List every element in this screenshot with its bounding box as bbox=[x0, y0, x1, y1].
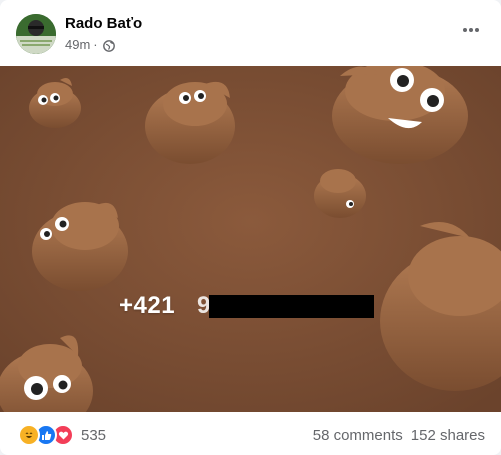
reactions-summary[interactable] bbox=[18, 424, 74, 446]
engagement-stats: 58 comments 152 shares bbox=[313, 427, 485, 445]
phone-number-prefix: +421 bbox=[119, 292, 176, 319]
author-avatar[interactable] bbox=[16, 14, 56, 54]
comments-count[interactable]: 58 comments bbox=[313, 427, 403, 445]
globe-icon[interactable] bbox=[102, 39, 115, 52]
author-name[interactable]: Rado Baťo bbox=[65, 14, 142, 34]
post-time[interactable]: 49m bbox=[65, 36, 90, 53]
more-options-icon[interactable] bbox=[457, 20, 485, 40]
post-card: Rado Baťo 49m · +421 9 535 58 comments 1… bbox=[0, 0, 501, 455]
shares-count[interactable]: 152 shares bbox=[411, 427, 485, 445]
meta-separator: · bbox=[93, 37, 98, 52]
post-meta: 49m · bbox=[65, 36, 115, 53]
post-footer: 535 58 comments 152 shares bbox=[0, 412, 501, 455]
post-image[interactable]: +421 9 bbox=[0, 66, 501, 412]
reaction-count[interactable]: 535 bbox=[81, 427, 106, 445]
haha-reaction-icon bbox=[18, 424, 40, 446]
phone-number-redaction-bar bbox=[209, 295, 374, 318]
